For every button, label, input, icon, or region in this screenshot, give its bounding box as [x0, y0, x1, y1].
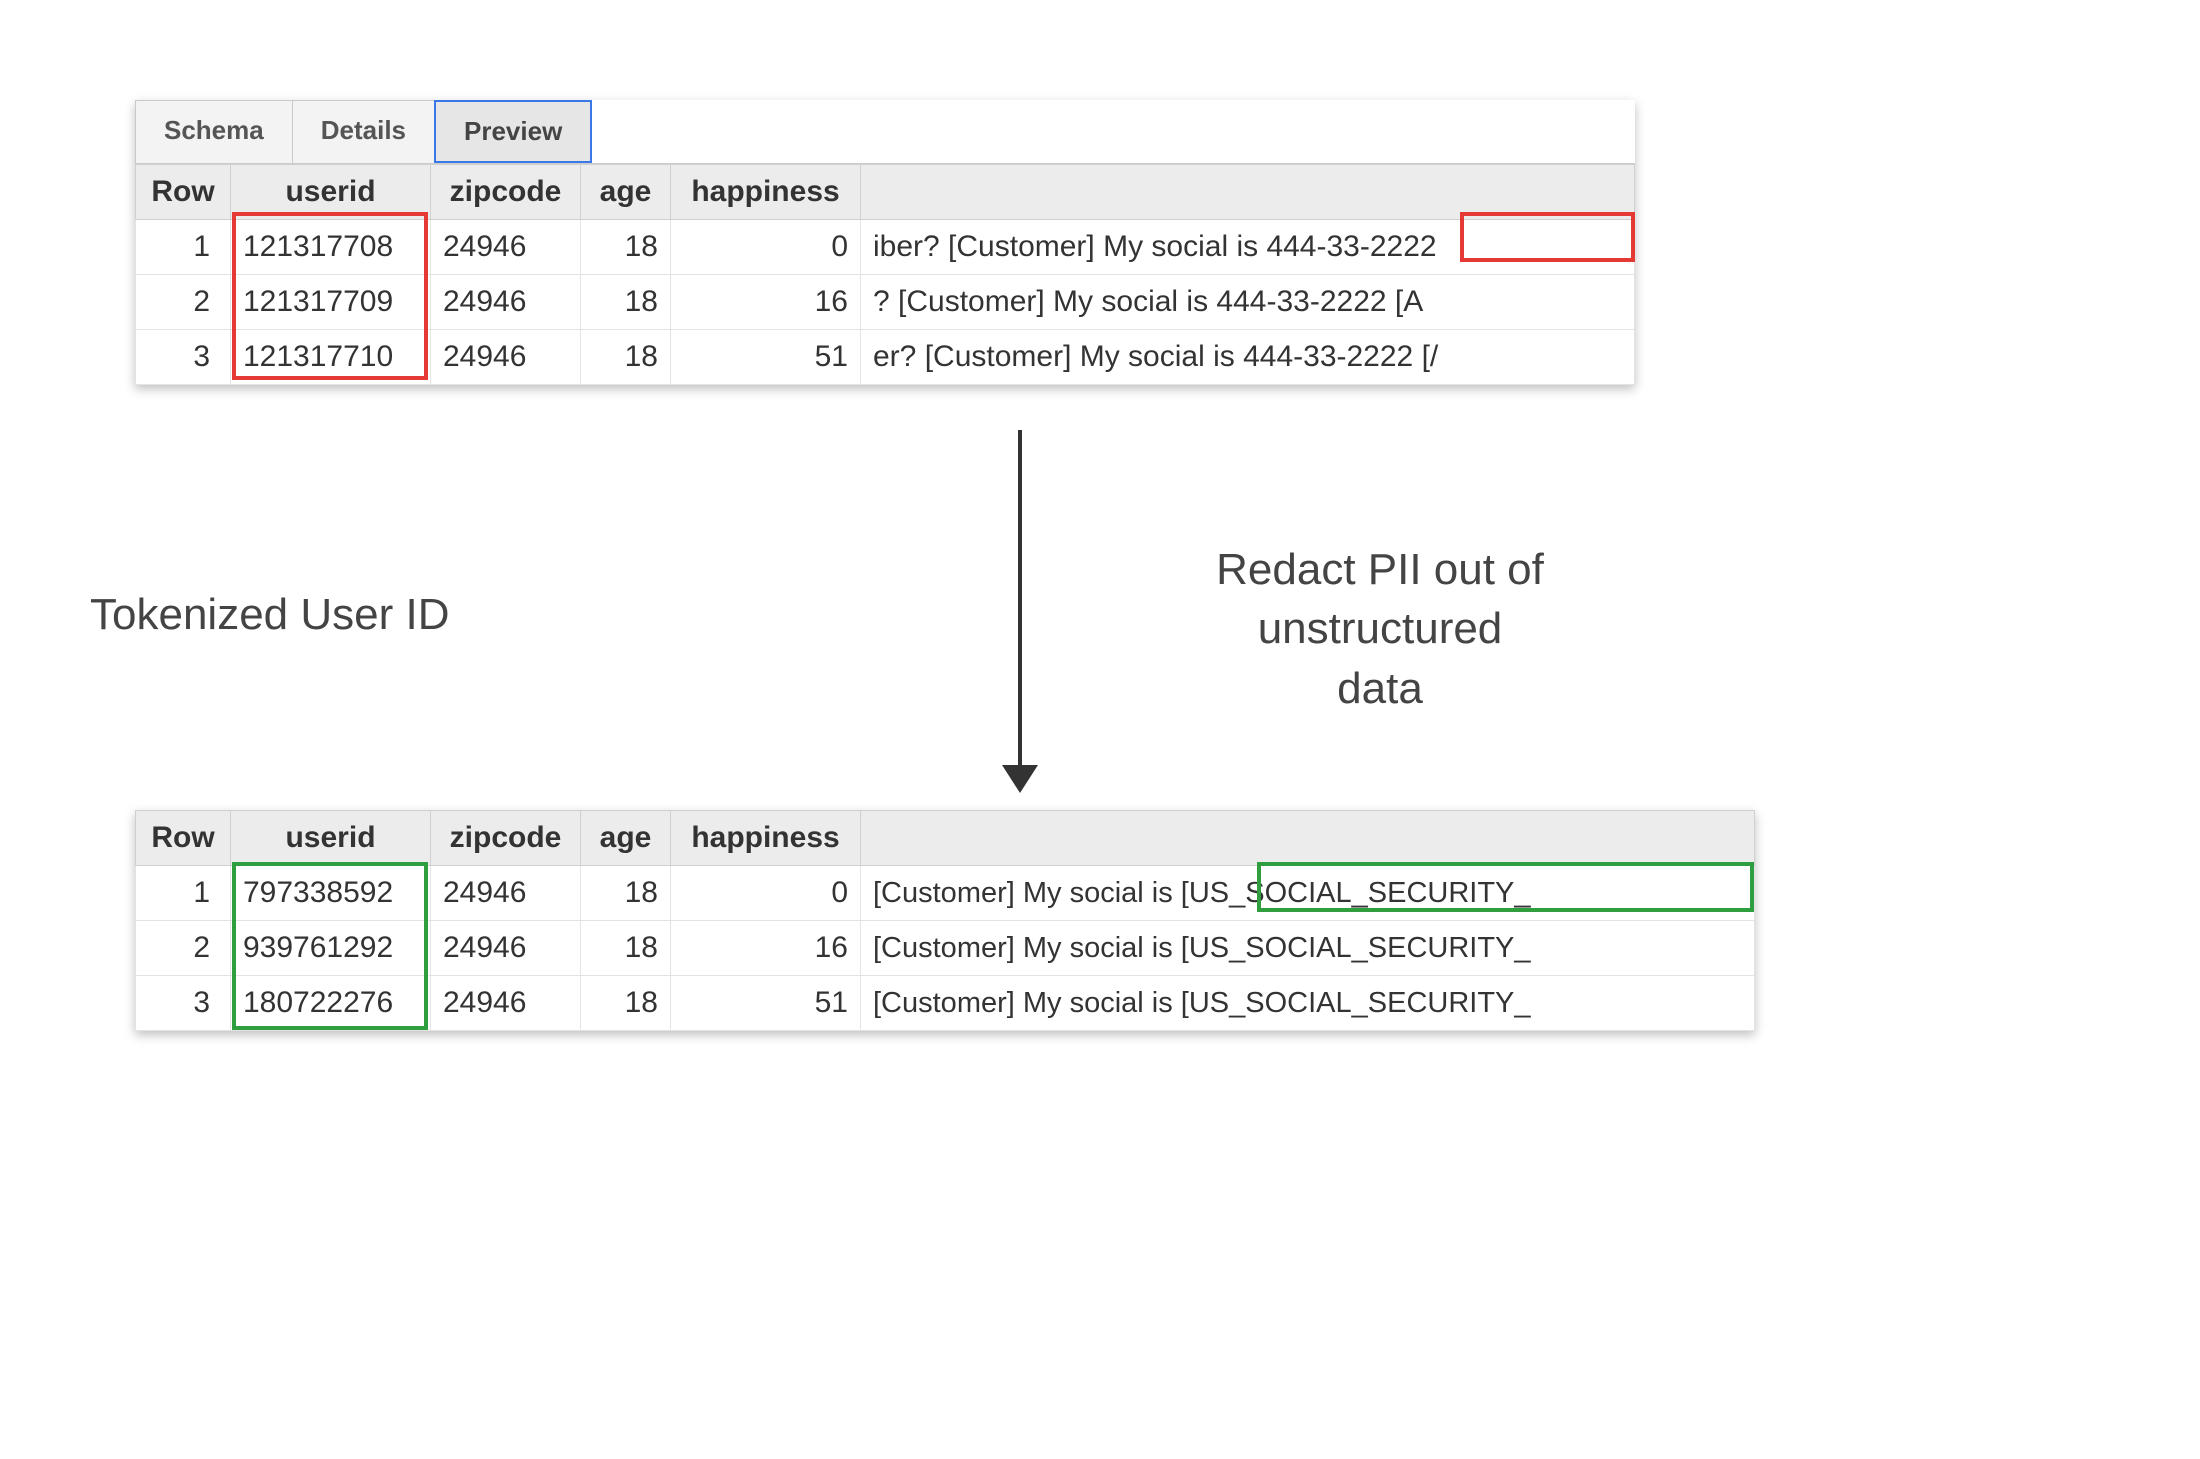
- cell-text: [Customer] My social is [US_SOCIAL_SECUR…: [861, 866, 1755, 921]
- cell-rownum: 1: [136, 220, 231, 275]
- cell-rownum: 1: [136, 866, 231, 921]
- col-header-zipcode: zipcode: [431, 811, 581, 866]
- table-row: 1 121317708 24946 18 0 iber? [Customer] …: [136, 220, 1635, 275]
- table-row: 2 121317709 24946 18 16 ? [Customer] My …: [136, 275, 1635, 330]
- cell-text: iber? [Customer] My social is 444-33-222…: [861, 220, 1635, 275]
- cell-zipcode: 24946: [431, 330, 581, 385]
- arrow-line: [1018, 430, 1022, 770]
- col-header-userid: userid: [231, 811, 431, 866]
- tab-preview[interactable]: Preview: [434, 100, 592, 163]
- cell-rownum: 2: [136, 275, 231, 330]
- col-header-row: Row: [136, 165, 231, 220]
- label-redact-pii: Redact PII out of unstructured data: [1110, 540, 1650, 718]
- label-redact-line2: unstructured: [1258, 604, 1503, 653]
- cell-happiness: 51: [671, 976, 861, 1031]
- cell-zipcode: 24946: [431, 866, 581, 921]
- cell-age: 18: [581, 976, 671, 1031]
- cell-userid: 939761292: [231, 921, 431, 976]
- cell-happiness: 0: [671, 866, 861, 921]
- cell-age: 18: [581, 866, 671, 921]
- cell-userid: 121317708: [231, 220, 431, 275]
- cell-userid: 121317710: [231, 330, 431, 385]
- tab-details[interactable]: Details: [292, 100, 435, 163]
- table-row: 3 180722276 24946 18 51 [Customer] My so…: [136, 976, 1755, 1031]
- cell-happiness: 0: [671, 220, 861, 275]
- cell-rownum: 3: [136, 330, 231, 385]
- col-header-text: [861, 811, 1755, 866]
- cell-userid: 121317709: [231, 275, 431, 330]
- col-header-age: age: [581, 165, 671, 220]
- table-row: 3 121317710 24946 18 51 er? [Customer] M…: [136, 330, 1635, 385]
- top-data-table: Row userid zipcode age happiness 1 12131…: [135, 164, 1635, 385]
- cell-age: 18: [581, 330, 671, 385]
- col-header-age: age: [581, 811, 671, 866]
- cell-rownum: 2: [136, 921, 231, 976]
- col-header-zipcode: zipcode: [431, 165, 581, 220]
- cell-zipcode: 24946: [431, 275, 581, 330]
- arrow-head-icon: [1002, 765, 1038, 793]
- cell-rownum: 3: [136, 976, 231, 1031]
- tab-bar: Schema Details Preview: [135, 100, 1635, 164]
- col-header-row: Row: [136, 811, 231, 866]
- cell-happiness: 16: [671, 275, 861, 330]
- col-header-happiness: happiness: [671, 811, 861, 866]
- table-header-row: Row userid zipcode age happiness: [136, 811, 1755, 866]
- bottom-table-panel: Row userid zipcode age happiness 1 79733…: [135, 810, 1755, 1031]
- cell-happiness: 16: [671, 921, 861, 976]
- cell-zipcode: 24946: [431, 921, 581, 976]
- cell-age: 18: [581, 220, 671, 275]
- cell-age: 18: [581, 921, 671, 976]
- col-header-text: [861, 165, 1635, 220]
- cell-text: ? [Customer] My social is 444-33-2222 [A: [861, 275, 1635, 330]
- cell-happiness: 51: [671, 330, 861, 385]
- label-redact-line1: Redact PII out of: [1216, 545, 1544, 594]
- cell-text: [Customer] My social is [US_SOCIAL_SECUR…: [861, 921, 1755, 976]
- cell-text: [Customer] My social is [US_SOCIAL_SECUR…: [861, 976, 1755, 1031]
- table-header-row: Row userid zipcode age happiness: [136, 165, 1635, 220]
- top-table-panel: Schema Details Preview Row userid zipcod…: [135, 100, 1635, 385]
- cell-userid: 797338592: [231, 866, 431, 921]
- label-tokenized-userid: Tokenized User ID: [90, 590, 449, 640]
- cell-age: 18: [581, 275, 671, 330]
- table-row: 2 939761292 24946 18 16 [Customer] My so…: [136, 921, 1755, 976]
- table-row: 1 797338592 24946 18 0 [Customer] My soc…: [136, 866, 1755, 921]
- transform-arrow: [1000, 430, 1040, 800]
- tab-schema[interactable]: Schema: [135, 100, 293, 163]
- cell-zipcode: 24946: [431, 976, 581, 1031]
- col-header-happiness: happiness: [671, 165, 861, 220]
- cell-text: er? [Customer] My social is 444-33-2222 …: [861, 330, 1635, 385]
- cell-zipcode: 24946: [431, 220, 581, 275]
- cell-userid: 180722276: [231, 976, 431, 1031]
- label-redact-line3: data: [1337, 664, 1423, 713]
- bottom-data-table: Row userid zipcode age happiness 1 79733…: [135, 810, 1755, 1031]
- col-header-userid: userid: [231, 165, 431, 220]
